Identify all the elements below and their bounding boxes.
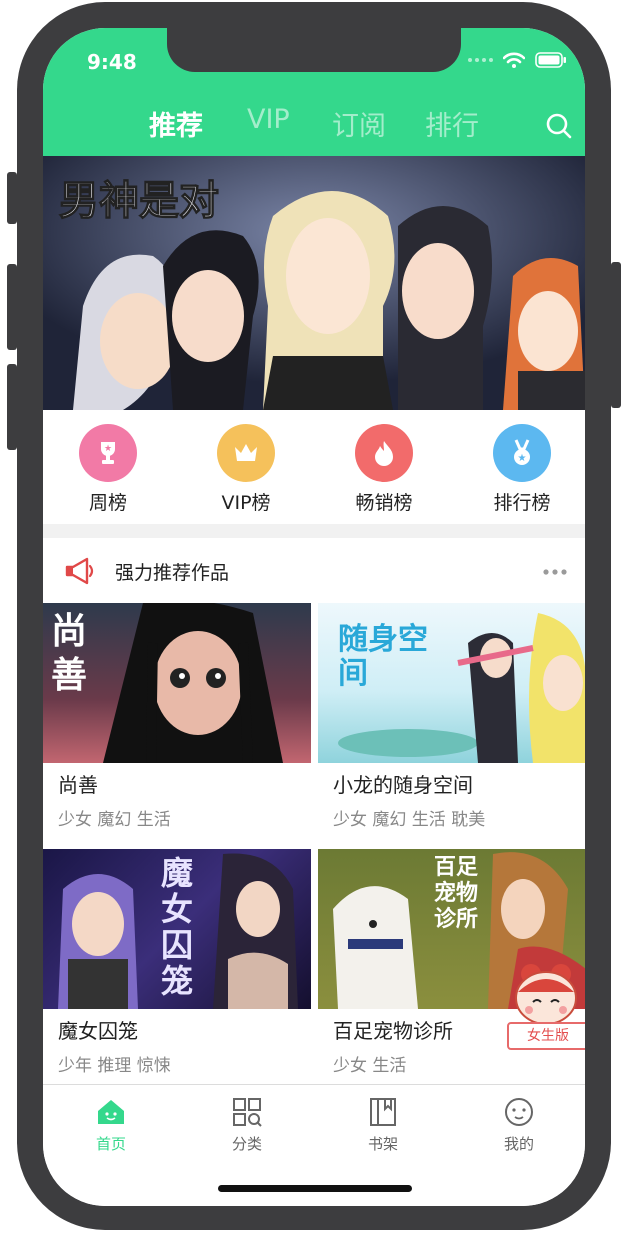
- cover-title-art: 随身空间: [338, 622, 428, 691]
- quick-overall-rank-label: 排行榜: [493, 492, 551, 514]
- comic-card-shangshan[interactable]: 尚善 尚善 少女 魔幻 生活: [43, 603, 311, 830]
- girl-version-label: 女生版: [507, 1022, 585, 1050]
- comic-title: 尚善: [58, 773, 98, 797]
- svg-text:★: ★: [104, 444, 112, 454]
- comic-title: 魔女囚笼: [58, 1019, 138, 1043]
- svg-text:★: ★: [518, 453, 527, 464]
- profile-icon: [505, 1098, 533, 1126]
- quick-bestseller-rank-label: 畅销榜: [355, 492, 413, 514]
- search-icon[interactable]: [545, 112, 573, 140]
- comic-cover: 随身空间: [318, 603, 585, 763]
- recommend-section-header: 强力推荐作品: [43, 538, 585, 602]
- cover-title-art: 魔女囚笼: [161, 854, 194, 1000]
- tab-vip[interactable]: VIP: [247, 104, 290, 135]
- girl-version-toggle[interactable]: 女生版: [503, 958, 585, 1054]
- tab-subscribe[interactable]: 订阅: [332, 104, 386, 143]
- tab-recommend[interactable]: 推荐: [149, 104, 203, 143]
- grid-icon: [233, 1098, 262, 1127]
- comic-tags: 少年 推理 惊悚: [58, 1056, 171, 1076]
- medal-icon: ★: [493, 424, 551, 482]
- comic-cover: 魔女囚笼: [43, 849, 311, 1009]
- tab-category-label: 分类: [231, 1135, 262, 1153]
- flame-icon: [355, 424, 413, 482]
- more-icon[interactable]: [543, 568, 567, 576]
- home-indicator[interactable]: [218, 1185, 412, 1192]
- status-time: 9:48: [87, 50, 137, 74]
- featured-banner[interactable]: 男神是对: [43, 156, 585, 410]
- status-icons: [468, 52, 567, 68]
- quick-weekly-rank[interactable]: ★ 周榜: [68, 424, 148, 515]
- tab-home[interactable]: 首页: [71, 1097, 151, 1154]
- signal-icon: [468, 58, 493, 62]
- cover-title-art: 百足宠物诊所: [433, 855, 478, 932]
- crown-icon: [217, 424, 275, 482]
- quick-bestseller-rank[interactable]: 畅销榜: [344, 424, 424, 515]
- comic-tags: 少女 魔幻 生活: [58, 810, 171, 830]
- comic-card-xiaolong[interactable]: 随身空间 小龙的随身空间 少女 魔幻 生活 耽美: [318, 603, 585, 830]
- app-screen: 9:48 推荐 VIP 订阅 排行 男神是对 ★ 周榜 VIP榜 畅销榜 ★ 排…: [43, 28, 585, 1206]
- tab-home-label: 首页: [95, 1135, 126, 1153]
- section-title: 强力推荐作品: [115, 562, 230, 584]
- megaphone-icon: [65, 557, 94, 585]
- tab-profile-label: 我的: [503, 1135, 534, 1153]
- home-icon: [98, 1100, 124, 1124]
- quick-vip-rank-label: VIP榜: [221, 492, 271, 514]
- battery-icon: [535, 52, 566, 68]
- banner-illustration: 男神是对: [43, 156, 585, 410]
- trophy-icon: ★: [79, 424, 137, 482]
- bookshelf-icon: [370, 1098, 396, 1126]
- quick-vip-rank[interactable]: VIP榜: [206, 424, 286, 515]
- tab-profile[interactable]: 我的: [479, 1097, 559, 1154]
- comic-title: 小龙的随身空间: [333, 773, 473, 797]
- comic-cover: 尚善: [43, 603, 311, 763]
- comic-tags: 少女 魔幻 生活 耽美: [333, 810, 486, 830]
- cover-title-art: 尚善: [51, 610, 88, 696]
- ranking-quick-links: ★ 周榜 VIP榜 畅销榜 ★ 排行榜: [43, 410, 585, 524]
- quick-overall-rank[interactable]: ★ 排行榜: [482, 424, 562, 515]
- section-divider: [43, 524, 585, 538]
- notch: [167, 28, 461, 72]
- comic-card-monv[interactable]: 魔女囚笼 魔女囚笼 少年 推理 惊悚: [43, 849, 311, 1076]
- tab-bookshelf[interactable]: 书架: [343, 1097, 423, 1154]
- top-nav: 推荐 VIP 订阅 排行: [43, 104, 585, 148]
- wifi-icon: [503, 52, 525, 68]
- comic-tags: 少女 生活: [333, 1056, 407, 1076]
- quick-weekly-rank-label: 周榜: [88, 492, 127, 514]
- tab-ranking[interactable]: 排行: [425, 104, 479, 143]
- tab-bookshelf-label: 书架: [367, 1135, 398, 1153]
- girl-mascot-icon: [515, 964, 577, 1025]
- banner-title-art: 男神是对: [59, 177, 219, 224]
- tab-category[interactable]: 分类: [207, 1097, 287, 1154]
